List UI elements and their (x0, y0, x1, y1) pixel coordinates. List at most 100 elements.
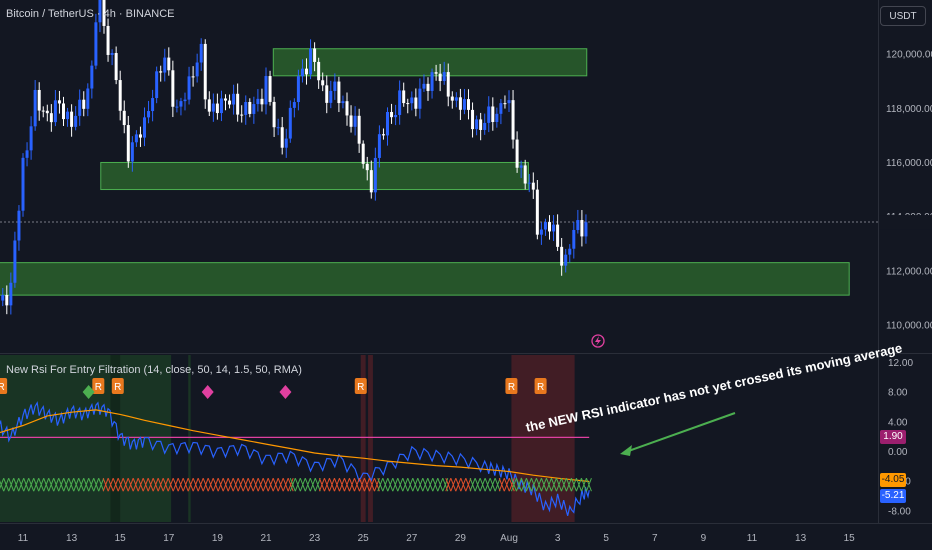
candle-body (462, 99, 466, 110)
candle (66, 107, 70, 127)
candle (276, 118, 280, 136)
band-cross (267, 478, 274, 492)
candle (491, 97, 495, 131)
candle (381, 128, 385, 140)
band-cross (318, 478, 325, 492)
indicator-tick-label: 12.00 (888, 358, 913, 369)
candle (171, 60, 175, 118)
candle (163, 48, 167, 82)
candle (260, 88, 264, 112)
candle (94, 13, 98, 70)
candle-body (147, 111, 151, 118)
band-cross (474, 478, 481, 492)
currency-button[interactable]: USDT (880, 6, 926, 26)
candle-body (406, 103, 410, 105)
candle (576, 209, 580, 234)
band-cross (353, 478, 360, 492)
candle-body (195, 62, 199, 77)
candle (430, 68, 434, 99)
band-cross (377, 478, 384, 492)
candle-body (175, 106, 179, 108)
candle (179, 97, 183, 116)
candle (248, 98, 252, 118)
time-tick-label: 9 (701, 533, 707, 544)
candle-body (527, 182, 531, 184)
candle (264, 67, 268, 115)
candle (21, 153, 25, 217)
candle-body (78, 99, 82, 116)
candle-body (539, 229, 543, 235)
candle-body (353, 115, 357, 127)
candle (62, 96, 65, 127)
band-cross (207, 478, 214, 492)
candle (211, 93, 215, 122)
candle (280, 117, 284, 155)
candle-body (381, 134, 385, 136)
band-cross (338, 478, 345, 492)
candle-body (572, 229, 576, 249)
candle (240, 105, 244, 123)
candle-body (134, 134, 138, 143)
band-cross (192, 478, 199, 492)
time-tick-label: 19 (212, 533, 224, 544)
candle (70, 104, 74, 137)
candle-body (21, 157, 25, 211)
candle-body (450, 96, 454, 101)
candle (543, 218, 547, 236)
candle (74, 106, 78, 131)
candle (122, 100, 126, 134)
candle (86, 83, 90, 117)
candle-body (515, 139, 519, 168)
indicator-tick-label: 0.00 (888, 447, 908, 458)
candle (450, 91, 454, 109)
candle-body (564, 254, 568, 266)
candle (175, 99, 179, 113)
band-cross (227, 478, 234, 492)
candle-body (5, 294, 9, 306)
time-tick-label: 13 (66, 533, 78, 544)
price-zone (272, 48, 588, 77)
band-cross (437, 478, 444, 492)
candle-body (357, 115, 361, 144)
candle (483, 113, 487, 135)
candle (390, 103, 394, 124)
candle (394, 104, 398, 126)
candle-body (361, 143, 365, 164)
candle (418, 78, 422, 119)
r-marker: R (111, 378, 124, 394)
band-cross (494, 478, 501, 492)
band-cross (455, 478, 462, 492)
candle (151, 89, 155, 122)
band-cross (479, 478, 486, 492)
candle-body (458, 97, 462, 110)
candle (349, 105, 353, 133)
candle-body (94, 22, 98, 66)
candle-body (507, 100, 511, 104)
price-tick-label: 118,000.00 (886, 104, 932, 115)
band-cross (252, 478, 259, 492)
candle (325, 75, 329, 114)
r-marker: R (505, 378, 518, 394)
candle-body (66, 111, 70, 120)
candle-body (41, 110, 45, 112)
candle (552, 215, 556, 242)
rsi-level-badge: 1.90 (880, 430, 906, 444)
band-cross (299, 478, 306, 492)
candle (17, 205, 21, 251)
band-cross (328, 478, 335, 492)
candle (410, 91, 414, 111)
candle-body (511, 100, 515, 140)
diamond-marker (201, 385, 214, 399)
candle (203, 39, 207, 109)
diamond-marker (279, 385, 292, 399)
candle-body (296, 76, 300, 103)
candle-body (337, 81, 341, 104)
candle (187, 66, 191, 105)
band-cross (277, 478, 284, 492)
candle-body (386, 111, 389, 136)
price-tick-label: 110,000.00 (886, 320, 932, 331)
candle-body (110, 53, 114, 55)
candle-body (106, 25, 110, 55)
candle-body (232, 93, 236, 105)
candle-body (13, 240, 17, 283)
